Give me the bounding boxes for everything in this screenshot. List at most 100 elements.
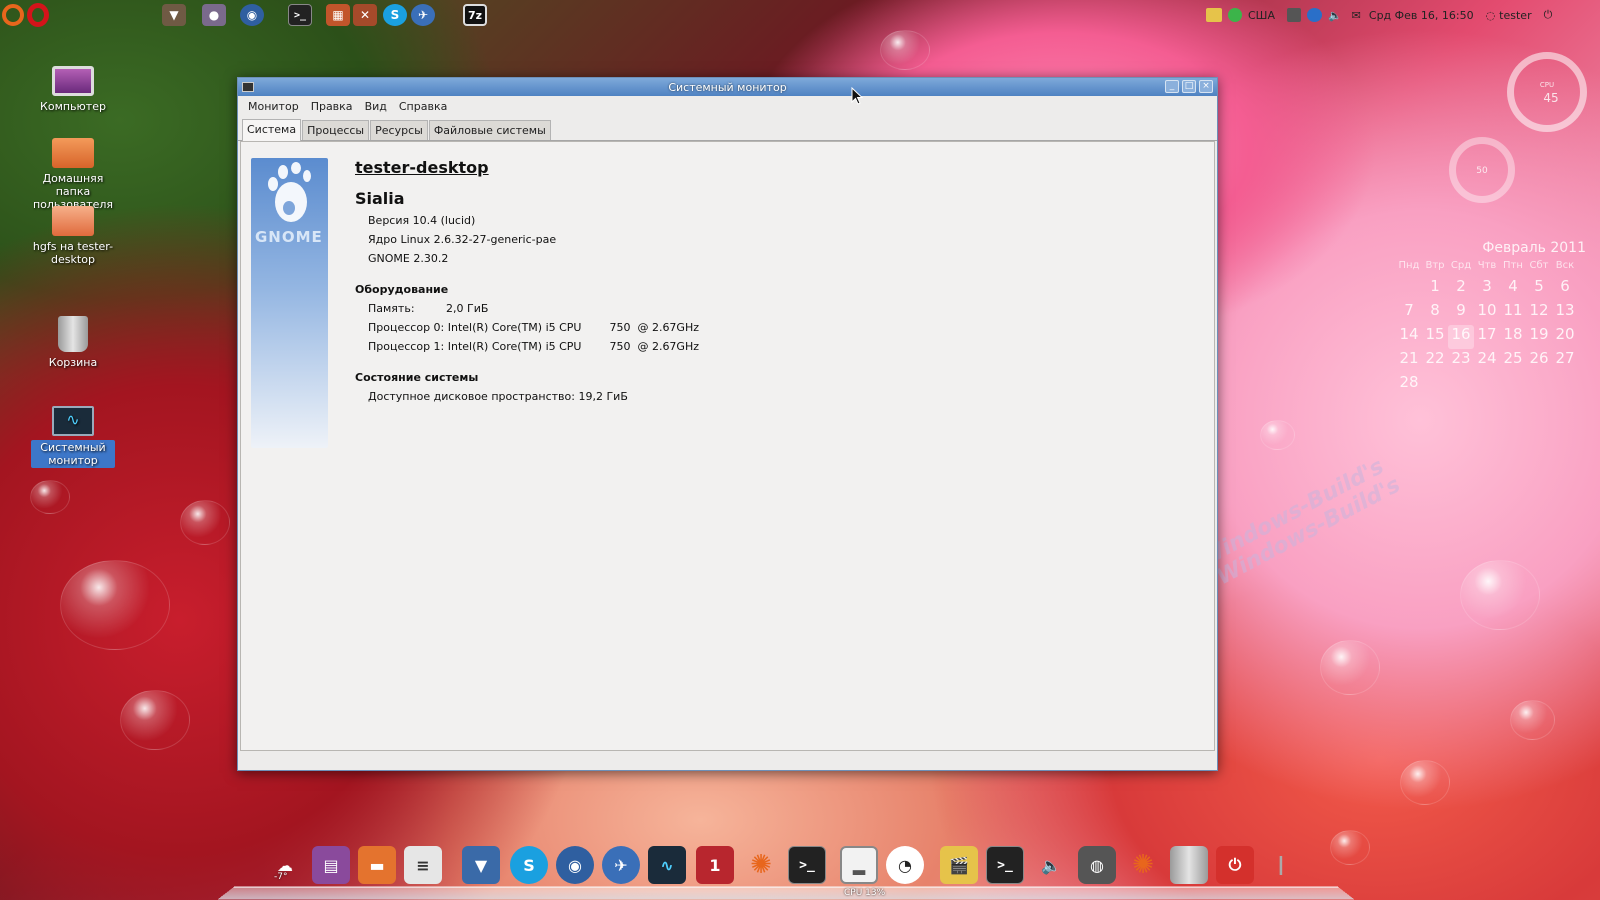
- installer-launcher-icon[interactable]: ▼: [162, 4, 186, 26]
- gnome-logo-text: GNOME: [255, 228, 323, 246]
- clock[interactable]: Срд Фев 16, 16:50: [1369, 9, 1474, 22]
- calendar-day[interactable]: 23: [1448, 349, 1474, 373]
- calendar-day[interactable]: 14: [1396, 325, 1422, 349]
- tab-system[interactable]: Система: [242, 119, 302, 141]
- desktop-icon-computer[interactable]: Компьютер: [31, 66, 115, 113]
- desktop-icon-home-folder[interactable]: Домашняя папка пользователя: [31, 138, 115, 211]
- trash-icon: [58, 316, 88, 352]
- calendar-day[interactable]: 2: [1448, 277, 1474, 301]
- tab-resources[interactable]: Ресурсы: [370, 120, 428, 140]
- tab-file-systems[interactable]: Файловые системы: [428, 120, 551, 140]
- skype-icon[interactable]: S: [510, 846, 548, 884]
- slides-icon[interactable]: ▤: [312, 846, 350, 884]
- ubuntu-2-icon[interactable]: ✺: [1124, 846, 1162, 884]
- calendar-day[interactable]: 26: [1526, 349, 1552, 373]
- trash-dock-icon[interactable]: [1170, 846, 1208, 884]
- minimize-button[interactable]: _: [1165, 80, 1179, 93]
- calendar-day[interactable]: 20: [1552, 325, 1578, 349]
- menu-view[interactable]: Вид: [359, 100, 393, 113]
- mail-icon[interactable]: ✉: [1352, 9, 1361, 22]
- mouse-cursor-icon: [851, 87, 863, 105]
- window-status-bar: [238, 752, 1217, 770]
- calendar-day[interactable]: 11: [1500, 301, 1526, 325]
- calendar-day[interactable]: 6: [1552, 277, 1578, 301]
- keyboard-layout[interactable]: США: [1248, 9, 1275, 22]
- hardware-heading: Оборудование: [355, 283, 449, 296]
- calendar-day[interactable]: 28: [1396, 373, 1422, 397]
- text-editor-icon[interactable]: ≡: [404, 846, 442, 884]
- user-name[interactable]: tester: [1499, 9, 1531, 22]
- maximize-button[interactable]: □: [1182, 80, 1196, 93]
- video-editor-icon[interactable]: 🎬: [940, 846, 978, 884]
- power-dock-icon[interactable]: ⏻: [1216, 846, 1254, 884]
- calendar-day[interactable]: 25: [1500, 349, 1526, 373]
- calendar-day[interactable]: 8: [1422, 301, 1448, 325]
- terminal-icon[interactable]: >_: [788, 846, 826, 884]
- calendar-weekday: Втр: [1425, 260, 1445, 271]
- calendar-icon[interactable]: 1: [696, 846, 734, 884]
- close-button[interactable]: ×: [1199, 80, 1213, 93]
- calendar-day[interactable]: 5: [1526, 277, 1552, 301]
- 7zip-launcher-icon[interactable]: 7z: [463, 4, 487, 26]
- window-title: Системный монитор: [668, 80, 787, 94]
- usb-drive-icon[interactable]: ◍: [1078, 846, 1116, 884]
- calendar-day[interactable]: 21: [1396, 349, 1422, 373]
- skype-launcher-icon[interactable]: S: [383, 4, 407, 26]
- cpu1-info: Процессор 1: Intel(R) Core(TM) i5 CPU 75…: [368, 340, 700, 353]
- thunderbird-launcher-icon[interactable]: ✈: [411, 4, 435, 26]
- menu-monitor[interactable]: Монитор: [242, 100, 305, 113]
- calendar-day[interactable]: 9: [1448, 301, 1474, 325]
- pidgin-launcher-icon[interactable]: ●: [202, 4, 226, 26]
- thunderbird-icon[interactable]: ✈: [602, 846, 640, 884]
- terminal-launcher-icon[interactable]: >_: [288, 4, 312, 26]
- ubuntu-icon[interactable]: ✺: [742, 846, 780, 884]
- files-icon[interactable]: ▬: [358, 846, 396, 884]
- desktop-icon-hgfs[interactable]: hgfs на tester-desktop: [31, 206, 115, 266]
- calendar-day[interactable]: 17: [1474, 325, 1500, 349]
- browser-launcher-icon[interactable]: ◉: [240, 4, 264, 26]
- calendar-day[interactable]: 10: [1474, 301, 1500, 325]
- top-panel: ▼ ● ◉ >_ ▦ ✕ S ✈ 7z США 🔈 ✉ Срд Фев 16, …: [0, 0, 1600, 30]
- power-icon[interactable]: ⏻: [1544, 8, 1553, 22]
- calendar-day[interactable]: 19: [1526, 325, 1552, 349]
- calendar-day[interactable]: 16: [1448, 325, 1474, 349]
- calendar-day[interactable]: 27: [1552, 349, 1578, 373]
- calendar-day[interactable]: 3: [1474, 277, 1500, 301]
- calendar-day[interactable]: 13: [1552, 301, 1578, 325]
- shield-icon[interactable]: [1228, 8, 1242, 22]
- calendar-day[interactable]: 22: [1422, 349, 1448, 373]
- menu-edit[interactable]: Правка: [305, 100, 359, 113]
- calendar-weekday: Вск: [1555, 260, 1575, 271]
- calendar-day[interactable]: 1: [1422, 277, 1448, 301]
- installer-icon[interactable]: ▼: [462, 846, 500, 884]
- network-icon[interactable]: [1286, 8, 1301, 22]
- volume-icon[interactable]: 🔈: [1328, 9, 1342, 22]
- system-monitor-window: Системный монитор _ □ × Монитор Правка В…: [237, 77, 1218, 771]
- desktop-icon-trash[interactable]: Корзина: [31, 316, 115, 369]
- window-titlebar[interactable]: Системный монитор _ □ ×: [238, 78, 1217, 96]
- calendar-day[interactable]: 24: [1474, 349, 1500, 373]
- pin-icon[interactable]: ┃: [1262, 846, 1300, 884]
- calendar-day[interactable]: 15: [1422, 325, 1448, 349]
- calendar-day[interactable]: 12: [1526, 301, 1552, 325]
- browser-icon[interactable]: ◉: [556, 846, 594, 884]
- desktop-icon-system-monitor[interactable]: ∿ Системный монитор: [31, 406, 115, 468]
- system-monitor-dock-icon[interactable]: ∿: [648, 846, 686, 884]
- tools-launcher-icon[interactable]: ✕: [353, 4, 377, 26]
- clock-icon[interactable]: ◔: [886, 846, 924, 884]
- calendar-day[interactable]: 18: [1500, 325, 1526, 349]
- applications-menu-button[interactable]: [2, 3, 52, 27]
- calendar-day[interactable]: 4: [1500, 277, 1526, 301]
- menu-help[interactable]: Справка: [393, 100, 453, 113]
- calendar-day[interactable]: 7: [1396, 301, 1422, 325]
- archive-launcher-icon[interactable]: ▦: [326, 4, 350, 26]
- cpu0-info: Процессор 0: Intel(R) Core(TM) i5 CPU 75…: [368, 321, 700, 334]
- opera-icon[interactable]: [27, 3, 49, 27]
- volume-dock-icon[interactable]: 🔈: [1032, 846, 1070, 884]
- terminal-2-icon[interactable]: >_: [986, 846, 1024, 884]
- mail-client-icon[interactable]: [1306, 8, 1322, 22]
- tab-processes[interactable]: Процессы: [302, 120, 370, 140]
- cpu-monitor-icon[interactable]: ▂: [840, 846, 878, 884]
- memory-ring-widget: 50: [1449, 137, 1515, 203]
- update-icon[interactable]: [1206, 8, 1222, 22]
